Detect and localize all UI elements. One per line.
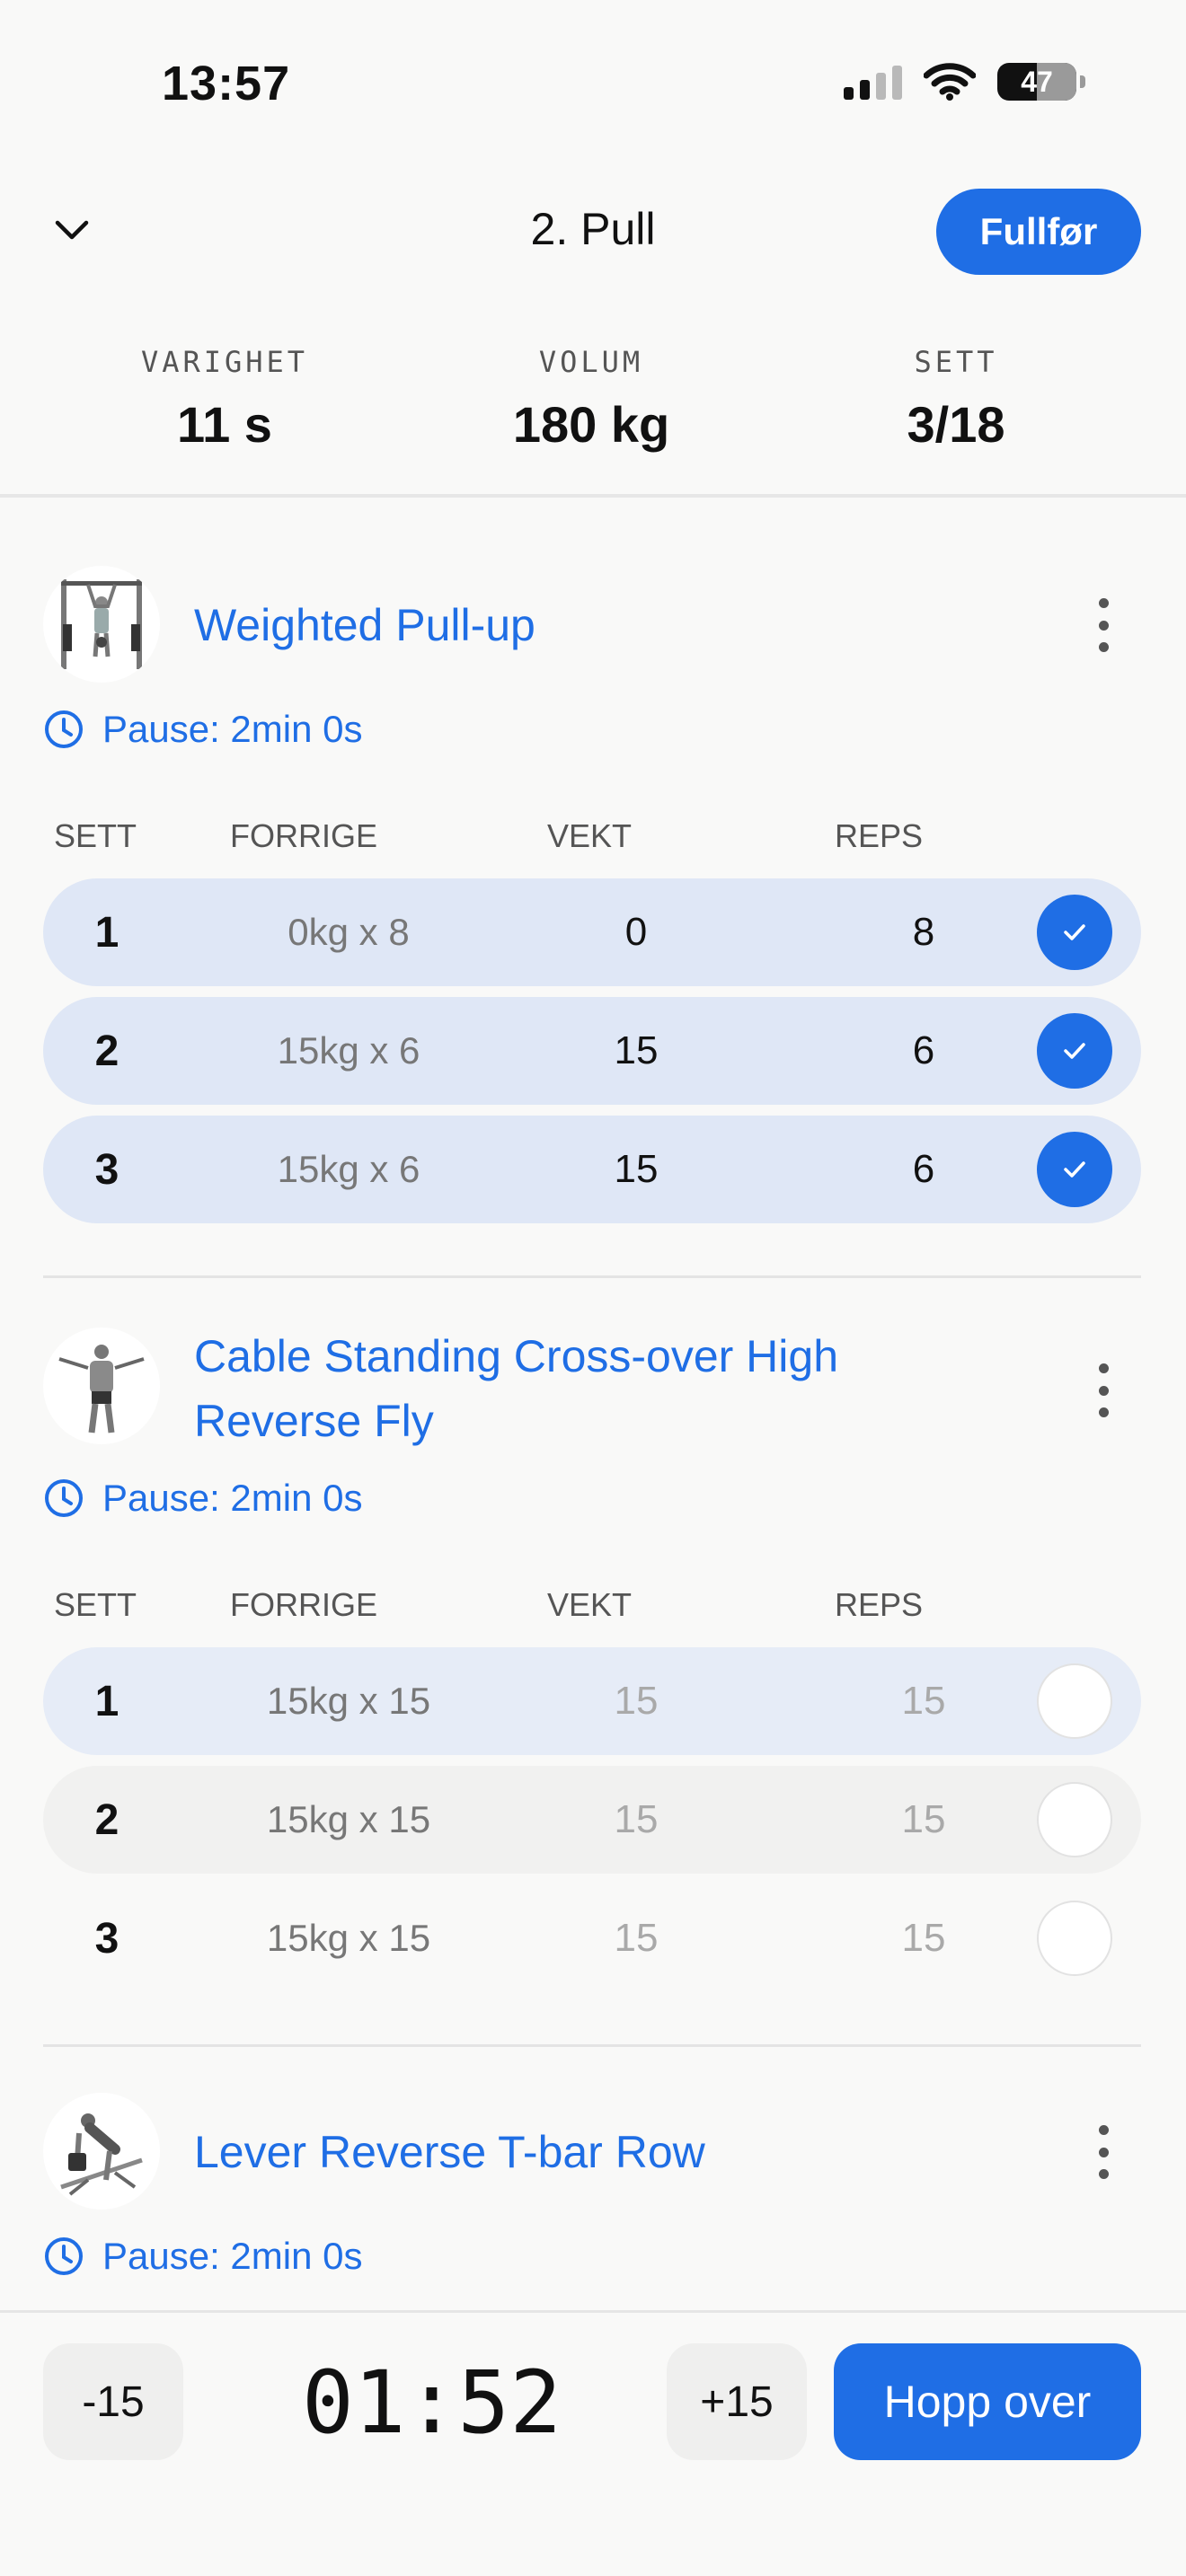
checkmark-icon <box>1064 1161 1085 1178</box>
checkmark-icon <box>1064 1043 1085 1059</box>
stat-value: 3/18 <box>907 396 1005 453</box>
complete-set-checkbox[interactable] <box>1037 1901 1112 1976</box>
column-header-reps: REPS <box>834 817 924 854</box>
rest-timer-display: 01:52 <box>302 2352 562 2453</box>
complete-set-checkbox[interactable] <box>1037 1782 1112 1857</box>
set-row: 2 15kg x 6 15 6 <box>43 997 1141 1105</box>
column-header-set: SETT <box>54 1586 137 1623</box>
stat-sets: SETT 3/18 <box>821 345 1091 454</box>
set-number: 2 <box>94 1795 119 1844</box>
previous-value[interactable]: 15kg x 15 <box>214 1798 483 1841</box>
more-options-icon[interactable] <box>1094 598 1112 652</box>
exercise-title-line: Cable Standing Cross-over High <box>194 1331 839 1381</box>
stat-volume: VOLUM 180 kg <box>456 345 726 454</box>
column-header-reps: REPS <box>834 1586 924 1623</box>
weight-input[interactable]: 15 <box>510 1916 762 1961</box>
exercise-thumbnail[interactable] <box>43 566 160 683</box>
reps-input[interactable]: 15 <box>798 1679 1049 1724</box>
status-time: 13:57 <box>162 57 291 110</box>
column-header-weight: VEKT <box>546 817 633 854</box>
exercise-title[interactable]: Weighted Pull-up <box>194 593 535 657</box>
rest-timer-bar: -15 01:52 +15 Hopp over <box>0 2310 1186 2576</box>
t-bar-row-figure-icon <box>60 2113 143 2196</box>
divider <box>0 494 1186 498</box>
weight-input[interactable]: 15 <box>510 1028 762 1073</box>
set-number: 2 <box>94 1027 119 1075</box>
battery-level: 47 <box>1021 65 1053 98</box>
pause-label: Pause: 2min 0s <box>102 1477 363 1519</box>
weight-input[interactable]: 0 <box>510 910 762 955</box>
rest-timer-setting[interactable]: Pause: 2min 0s <box>43 2235 363 2278</box>
set-number: 3 <box>94 1914 119 1963</box>
divider <box>43 1275 1141 1278</box>
reps-input[interactable]: 15 <box>798 1797 1049 1842</box>
pause-label: Pause: 2min 0s <box>102 708 363 750</box>
rest-timer-setting[interactable]: Pause: 2min 0s <box>43 1477 363 1520</box>
clock-icon <box>45 1479 83 1517</box>
clock-icon <box>45 2237 83 2275</box>
complete-set-checkbox[interactable] <box>1037 1132 1112 1207</box>
battery-icon: 47 <box>997 63 1085 101</box>
exercise-thumbnail[interactable] <box>43 1328 160 1444</box>
exercise-title[interactable]: Cable Standing Cross-over High Reverse F… <box>194 1324 838 1453</box>
weight-input[interactable]: 15 <box>510 1679 762 1724</box>
exercise-thumbnail[interactable] <box>43 2093 160 2210</box>
weight-input[interactable]: 15 <box>510 1147 762 1192</box>
previous-value[interactable]: 15kg x 15 <box>214 1680 483 1723</box>
more-options-icon[interactable] <box>1094 2125 1112 2179</box>
column-header-previous: FORRIGE <box>229 817 377 854</box>
exercise-title[interactable]: Lever Reverse T-bar Row <box>194 2120 705 2184</box>
previous-value[interactable]: 15kg x 6 <box>214 1029 483 1072</box>
complete-set-checkbox[interactable] <box>1037 1663 1112 1739</box>
rest-timer-setting[interactable]: Pause: 2min 0s <box>43 708 363 751</box>
stat-label: VOLUM <box>538 345 644 379</box>
reps-input[interactable]: 8 <box>798 910 1049 955</box>
previous-value[interactable]: 15kg x 6 <box>214 1148 483 1191</box>
signal-icon <box>844 64 902 100</box>
reps-input[interactable]: 6 <box>798 1147 1049 1192</box>
increase-timer-button[interactable]: +15 <box>667 2343 807 2460</box>
stat-value: 11 s <box>177 396 272 453</box>
stat-duration: VARIGHET 11 s <box>90 345 359 454</box>
set-row: 3 15kg x 6 15 6 <box>43 1116 1141 1223</box>
weight-input[interactable]: 15 <box>510 1797 762 1842</box>
column-header-previous: FORRIGE <box>229 1586 377 1623</box>
status-icons: 47 <box>844 63 1085 101</box>
pull-up-figure-icon <box>61 579 142 669</box>
set-row: 1 15kg x 15 15 15 <box>43 1647 1141 1755</box>
complete-set-checkbox[interactable] <box>1037 895 1112 970</box>
cable-fly-figure-icon <box>58 1345 145 1434</box>
wifi-icon <box>924 63 976 101</box>
column-header-set: SETT <box>54 817 137 854</box>
reps-input[interactable]: 6 <box>798 1028 1049 1073</box>
clock-icon <box>45 710 83 748</box>
finish-button[interactable]: Fullfør <box>936 189 1141 275</box>
set-number: 1 <box>94 1677 119 1725</box>
reps-input[interactable]: 15 <box>798 1916 1049 1961</box>
stat-value: 180 kg <box>512 396 670 453</box>
set-number: 1 <box>94 908 119 957</box>
stat-label: VARIGHET <box>140 345 309 379</box>
set-row: 2 15kg x 15 15 15 <box>43 1766 1141 1874</box>
decrease-timer-button[interactable]: -15 <box>43 2343 183 2460</box>
stat-label: SETT <box>914 345 998 379</box>
divider <box>43 2044 1141 2047</box>
pause-label: Pause: 2min 0s <box>102 2235 363 2277</box>
set-row: 1 0kg x 8 0 8 <box>43 878 1141 986</box>
set-row: 3 15kg x 15 15 15 <box>43 1884 1141 1992</box>
previous-value[interactable]: 0kg x 8 <box>214 911 483 954</box>
previous-value[interactable]: 15kg x 15 <box>214 1917 483 1960</box>
complete-set-checkbox[interactable] <box>1037 1013 1112 1089</box>
column-header-weight: VEKT <box>546 1586 633 1623</box>
skip-rest-button[interactable]: Hopp over <box>834 2343 1141 2460</box>
checkmark-icon <box>1064 924 1085 940</box>
more-options-icon[interactable] <box>1094 1363 1112 1417</box>
exercise-title-line: Reverse Fly <box>194 1396 434 1446</box>
set-number: 3 <box>94 1145 119 1194</box>
